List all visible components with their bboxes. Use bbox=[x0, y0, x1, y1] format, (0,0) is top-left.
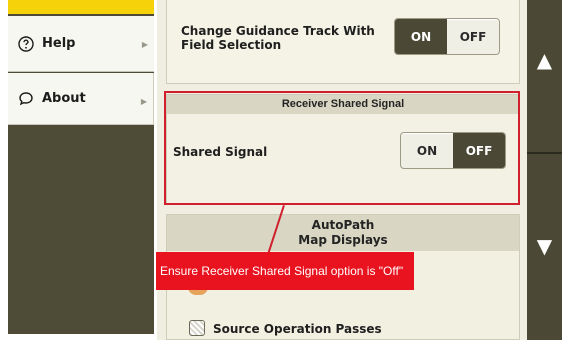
scroll-rail: ▲ ▼ bbox=[527, 0, 562, 340]
guidance-track-label-line2: Field Selection bbox=[181, 38, 282, 52]
highlight-box bbox=[164, 91, 520, 205]
sidebar: Help ▶ About ▶ bbox=[8, 0, 154, 334]
guidance-track-on-option[interactable]: ON bbox=[395, 19, 447, 54]
autopath-title-line2: Map Displays bbox=[298, 233, 388, 247]
guidance-track-off-option[interactable]: OFF bbox=[447, 19, 499, 54]
scroll-up-button[interactable]: ▲ bbox=[527, 40, 562, 80]
guidance-track-label-line1: Change Guidance Track With bbox=[181, 24, 375, 38]
speech-bubble-icon bbox=[19, 91, 33, 105]
sidebar-item-about[interactable]: About ▶ bbox=[8, 73, 154, 125]
chevron-right-icon: ▶ bbox=[141, 40, 148, 49]
screen: Help ▶ About ▶ Change Guidance Track Wit… bbox=[0, 0, 562, 340]
source-operation-passes-checkbox[interactable] bbox=[189, 320, 205, 336]
chevron-right-icon: ▶ bbox=[140, 97, 147, 106]
guidance-track-label: Change Guidance Track With Field Selecti… bbox=[181, 24, 375, 52]
autopath-title-line1: AutoPath bbox=[311, 218, 375, 232]
sidebar-item-help[interactable]: Help ▶ bbox=[8, 16, 154, 72]
guidance-track-toggle[interactable]: ON OFF bbox=[394, 18, 500, 55]
callout-note: Ensure Receiver Shared Signal option is … bbox=[156, 252, 414, 290]
autopath-heading: AutoPath Map Displays bbox=[167, 215, 519, 251]
triangle-down-icon: ▼ bbox=[536, 234, 553, 258]
triangle-up-icon: ▲ bbox=[536, 48, 553, 72]
rail-divider bbox=[527, 152, 562, 154]
sidebar-item-label: About bbox=[42, 91, 86, 106]
sidebar-item-label: Help bbox=[42, 36, 76, 51]
source-operation-passes-label: Source Operation Passes bbox=[213, 322, 382, 336]
question-circle-icon bbox=[18, 35, 34, 52]
guidance-track-panel: Change Guidance Track With Field Selecti… bbox=[166, 0, 520, 84]
sidebar-accent bbox=[8, 0, 154, 14]
scroll-down-button[interactable]: ▼ bbox=[527, 226, 562, 266]
